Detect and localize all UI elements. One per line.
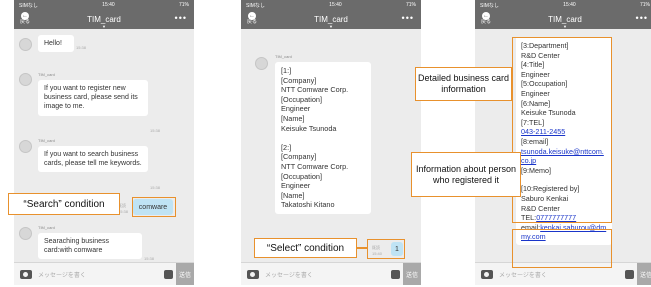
bot-avatar: [19, 38, 32, 51]
callout-search-condition: “Search” condition: [8, 193, 120, 215]
sender-name: TIM_card: [275, 54, 292, 59]
send-button[interactable]: 送信: [637, 263, 651, 285]
chat-title: TIM_card: [314, 15, 348, 24]
status-bar: SIMなし 15:40 71%: [475, 0, 651, 10]
message-time: 15:38: [76, 45, 87, 50]
message-time: 15:38: [150, 128, 161, 133]
sender-name: TIM_card: [38, 225, 55, 230]
more-options-button[interactable]: •••: [175, 13, 187, 23]
message-input[interactable]: メッセージを書く: [265, 270, 391, 279]
message-time: 15:38: [144, 256, 155, 261]
chat-title: TIM_card: [548, 15, 582, 24]
clock: 15:40: [102, 2, 115, 8]
more-options-button[interactable]: •••: [402, 13, 414, 23]
clock: 15:40: [329, 2, 342, 8]
callout-select-condition: “Select” condition: [254, 238, 357, 258]
message-bubble: If you want to search business cards, pl…: [38, 146, 148, 173]
back-button[interactable]: ← 戻る: [20, 12, 30, 25]
battery-label: 71%: [639, 2, 650, 8]
send-button[interactable]: 送信: [403, 263, 421, 285]
bot-avatar: [19, 140, 32, 153]
back-button[interactable]: ← 戻る: [481, 12, 491, 25]
highlight-registrant: [512, 229, 612, 268]
chevron-down-icon[interactable]: ▼: [563, 24, 567, 29]
battery-label: 71%: [405, 2, 416, 8]
bot-avatar: [19, 73, 32, 86]
message-time: 15:38: [150, 185, 161, 190]
chat-title: TIM_card: [87, 15, 121, 24]
callout-registrant-info: Information about person who registered …: [411, 152, 521, 197]
carrier-label: SIMなし: [19, 2, 38, 9]
highlight-select: [367, 239, 405, 259]
message-bubble: Hello!: [38, 35, 74, 53]
carrier-label: SIMなし: [480, 2, 499, 9]
send-button[interactable]: 送信: [176, 263, 194, 285]
bot-avatar: [19, 227, 32, 240]
search-results-bubble: [1:] [Company] NTT Comware Corp. [Occupa…: [275, 62, 371, 214]
clock: 15:40: [563, 2, 576, 8]
input-bar: メッセージを書く 送信: [14, 262, 194, 285]
callout-connector: [357, 247, 367, 249]
camera-icon[interactable]: [247, 269, 259, 279]
callout-detail-info: Detailed business card information: [415, 67, 512, 101]
back-label: 戻る: [247, 19, 258, 25]
back-label: 戻る: [20, 19, 31, 25]
input-bar: メッセージを書く 送信: [241, 262, 421, 285]
chat-screen-search: SIMなし 15:40 71% ← 戻る TIM_card ••• ▼ Hell…: [14, 0, 194, 285]
highlight-search: [132, 197, 176, 217]
more-options-button[interactable]: •••: [636, 13, 648, 23]
bot-avatar: [255, 57, 268, 70]
sticker-icon[interactable]: [164, 269, 173, 279]
back-button[interactable]: ← 戻る: [247, 12, 257, 25]
camera-icon[interactable]: [481, 269, 493, 279]
chevron-down-icon[interactable]: ▼: [329, 24, 333, 29]
highlight-card-detail: [512, 37, 612, 223]
carrier-label: SIMなし: [246, 2, 265, 9]
message-bubble: If you want to register new business car…: [38, 80, 148, 116]
sender-name: TIM_card: [38, 72, 55, 77]
status-bar: SIMなし 15:40 71%: [241, 0, 421, 10]
message-input[interactable]: メッセージを書く: [499, 270, 625, 279]
message-bubble: Searaching business card:with comware: [38, 233, 142, 260]
chevron-down-icon[interactable]: ▼: [102, 24, 106, 29]
battery-label: 71%: [178, 2, 189, 8]
message-input[interactable]: メッセージを書く: [38, 270, 164, 279]
camera-icon[interactable]: [20, 269, 32, 279]
back-label: 戻る: [481, 19, 492, 25]
sticker-icon[interactable]: [625, 269, 634, 279]
status-bar: SIMなし 15:40 71%: [14, 0, 194, 10]
sender-name: TIM_card: [38, 138, 55, 143]
sticker-icon[interactable]: [391, 269, 400, 279]
